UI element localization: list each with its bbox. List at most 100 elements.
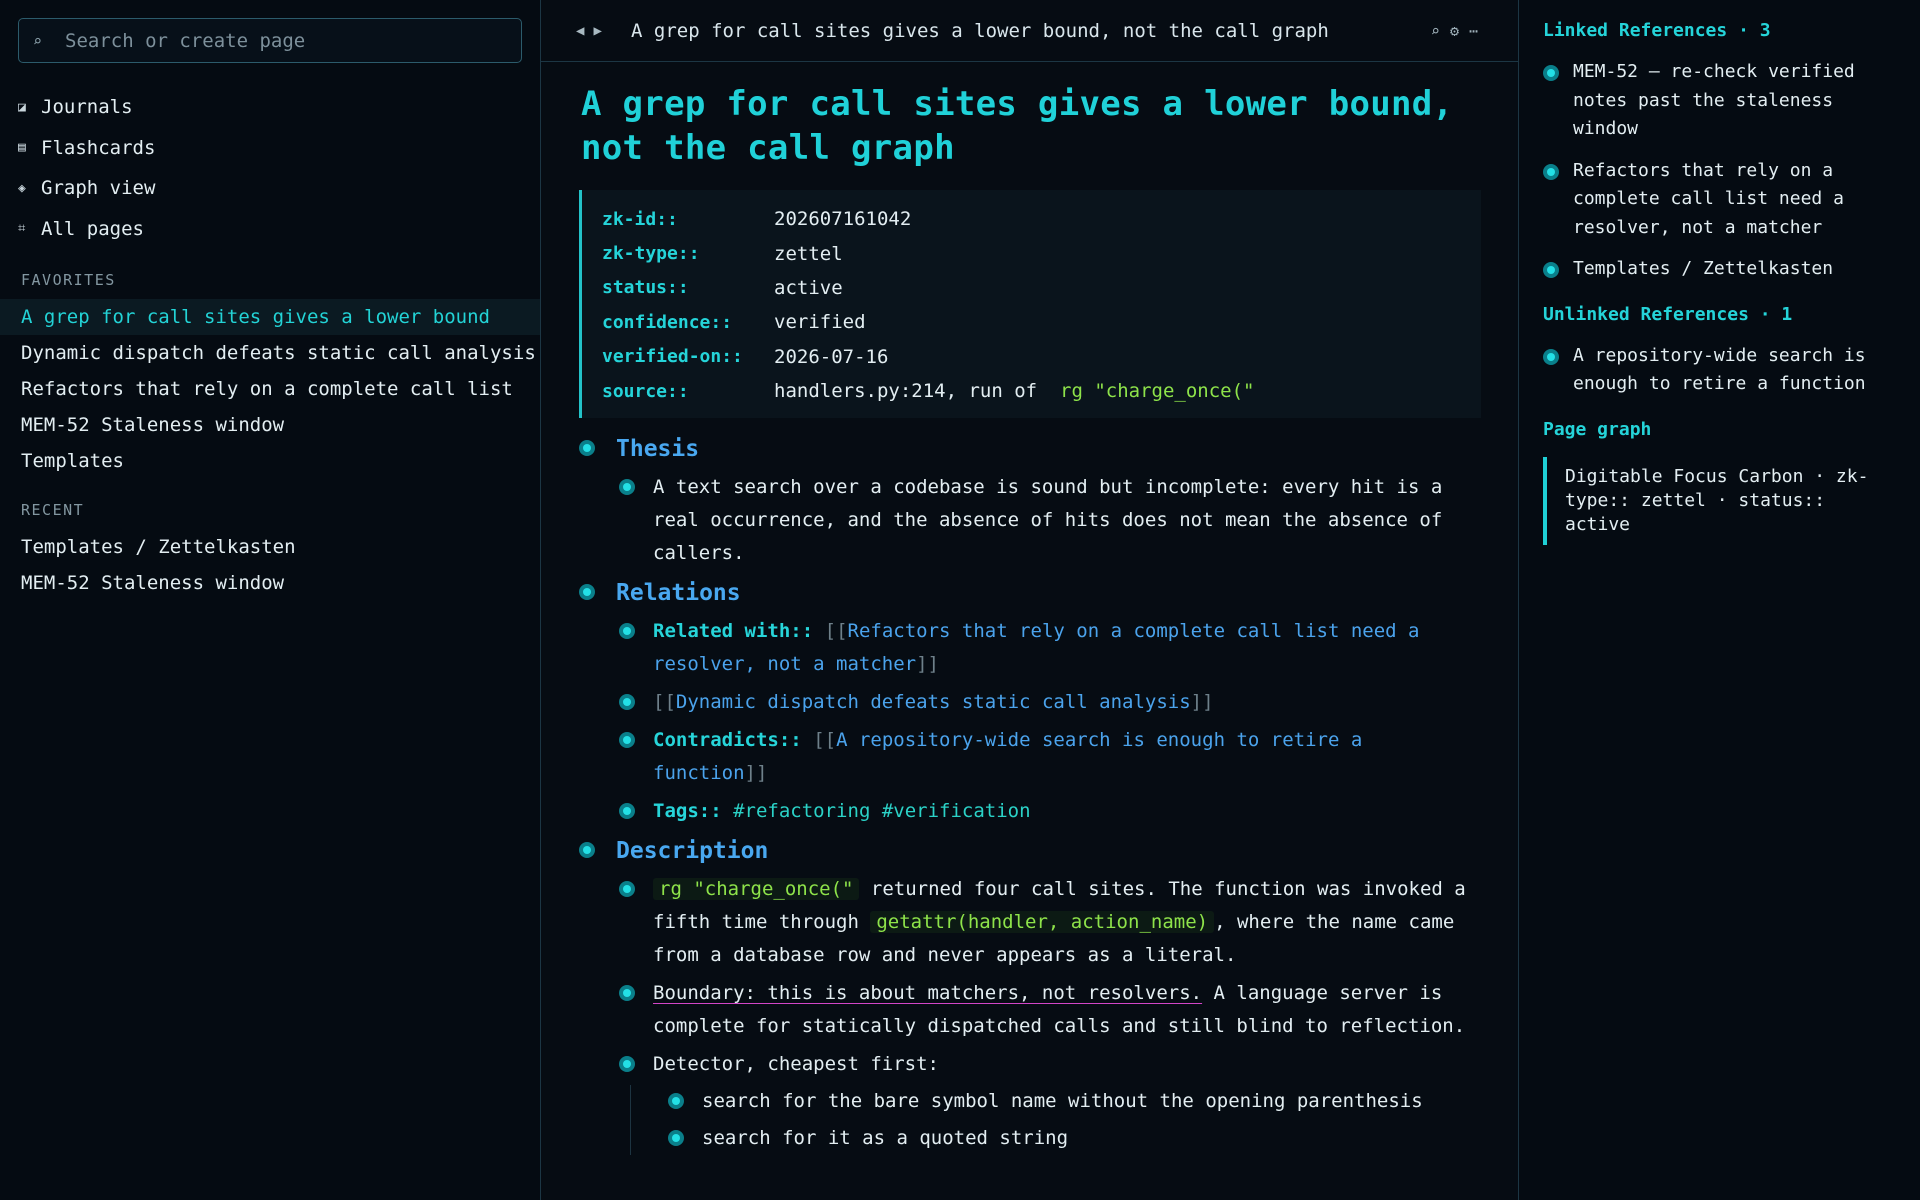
tag-links[interactable]: #refactoring #verification (733, 800, 1030, 822)
property-row: status:: active (602, 271, 1461, 305)
favorite-item[interactable]: A grep for call sites gives a lower boun… (0, 299, 540, 335)
favorite-item[interactable]: MEM-52 Staleness window (0, 407, 540, 443)
reference-item[interactable]: Templates / Zettelkasten (1543, 255, 1896, 284)
property-value: handlers.py:214, run of rg "charge_once(… (774, 380, 1255, 403)
block-item[interactable]: Tags:: #refactoring #verification (579, 795, 1480, 828)
block-text: search for the bare symbol name without … (702, 1090, 1423, 1113)
block-item[interactable]: search for it as a quoted string (668, 1122, 1480, 1155)
back-icon[interactable]: ◀ (576, 23, 593, 39)
forward-icon[interactable]: ▶ (593, 23, 610, 39)
bullet-icon[interactable] (1543, 348, 1559, 365)
block-thesis[interactable]: Thesis (579, 432, 1480, 466)
block-text: Boundary: this is about matchers, not re… (653, 982, 1466, 1038)
block-item[interactable]: rg "charge_once(" returned four call sit… (579, 873, 1480, 972)
property-row: confidence:: verified (602, 305, 1461, 339)
unlinked-references-heading[interactable]: Unlinked References · 1 (1543, 304, 1896, 328)
page-graph-heading[interactable]: Page graph (1543, 419, 1896, 443)
sidebar-item-journals[interactable]: ◪ Journals (0, 87, 540, 128)
bullet-icon[interactable] (1543, 163, 1559, 180)
bullet-icon[interactable] (579, 584, 595, 601)
property-key: Tags:: (653, 800, 722, 823)
bullet-icon[interactable] (619, 694, 635, 711)
bullet-icon[interactable] (619, 881, 635, 898)
search-input[interactable] (65, 29, 505, 52)
bullet-icon[interactable] (1543, 262, 1559, 278)
bullet-icon[interactable] (579, 440, 595, 457)
top-bar: ◀▶ A grep for call sites gives a lower b… (541, 0, 1518, 62)
bullet-icon[interactable] (619, 1056, 635, 1073)
block-item[interactable]: A text search over a codebase is sound b… (579, 471, 1480, 570)
block-text: search for it as a quoted string (702, 1127, 1069, 1150)
block-description[interactable]: Description (579, 834, 1480, 868)
bullet-icon[interactable] (668, 1093, 684, 1110)
bullet-icon[interactable] (579, 842, 595, 859)
block-item[interactable]: [[Dynamic dispatch defeats static call a… (579, 686, 1480, 719)
bullet-icon[interactable] (619, 479, 635, 496)
property-value: zettel (774, 242, 843, 265)
reference-item[interactable]: MEM-52 — re-check verified notes past th… (1543, 58, 1896, 144)
journal-icon: ◪ (18, 99, 26, 115)
reference-text: A repository-wide search is enough to re… (1573, 344, 1866, 395)
sidebar-item-graph-view[interactable]: ◈ Graph view (0, 168, 540, 209)
block-relations[interactable]: Relations (579, 576, 1480, 610)
search-icon: ⌕ (33, 31, 43, 50)
inline-code: getattr(handler, action_name) (870, 911, 1215, 934)
breadcrumb: A grep for call sites gives a lower boun… (631, 19, 1329, 42)
block-item[interactable]: Related with:: [[Refactors that rely on … (579, 615, 1480, 681)
flashcards-icon: ▤ (18, 140, 26, 156)
sidebar-item-label: All pages (41, 217, 144, 240)
bullet-icon[interactable] (668, 1130, 684, 1147)
block-item[interactable]: Boundary: this is about matchers, not re… (579, 977, 1480, 1043)
block-item[interactable]: Detector, cheapest first: (579, 1048, 1480, 1081)
bullet-icon[interactable] (1543, 65, 1559, 81)
favorite-item[interactable]: Templates (0, 443, 540, 479)
reference-text: Templates / Zettelkasten (1573, 258, 1834, 279)
block-heading: Relations (616, 580, 741, 607)
block-text: Tags:: #refactoring #verification (653, 795, 1469, 828)
highlighted-text: Boundary: this is about matchers, not re… (653, 982, 1203, 1005)
bullet-icon[interactable] (619, 623, 635, 640)
property-key: status:: (602, 277, 689, 299)
property-value: verified (774, 311, 866, 334)
linked-references-heading[interactable]: Linked References · 3 (1543, 20, 1896, 44)
right-sidebar: Linked References · 3 MEM-52 — re-check … (1518, 0, 1920, 1200)
search-icon[interactable]: ⌕ (1431, 22, 1450, 40)
bullet-icon[interactable] (619, 985, 635, 1002)
property-key: Related with:: (653, 620, 814, 643)
page-graph-summary: Digitable Focus Carbon · zk-type:: zette… (1543, 456, 1896, 545)
search-box[interactable]: ⌕ (18, 18, 522, 63)
block-item[interactable]: Contradicts:: [[A repository-wide search… (579, 724, 1480, 790)
property-row: source:: handlers.py:214, run of rg "cha… (602, 374, 1461, 408)
page-content: A grep for call sites gives a lower boun… (541, 62, 1518, 1156)
favorite-item[interactable]: Dynamic dispatch defeats static call ana… (0, 335, 540, 371)
more-icon[interactable]: ⋯ (1469, 22, 1488, 40)
history-nav: ◀▶ (576, 23, 631, 39)
gear-icon[interactable]: ⚙ (1450, 22, 1469, 40)
property-key: Contradicts:: (653, 729, 802, 752)
property-row: verified-on:: 2026-07-16 (602, 340, 1461, 374)
property-row: zk-id:: 202607161042 (602, 202, 1461, 236)
block-item[interactable]: search for the bare symbol name without … (668, 1085, 1480, 1118)
page-title[interactable]: A grep for call sites gives a lower boun… (581, 82, 1480, 170)
reference-text: Refactors that rely on a complete call l… (1573, 159, 1844, 238)
reference-text: MEM-52 — re-check verified notes past th… (1573, 61, 1855, 139)
sidebar-item-all-pages[interactable]: ⌗ All pages (0, 209, 540, 250)
properties-block[interactable]: zk-id:: 202607161042 zk-type:: zettel st… (579, 190, 1481, 419)
reference-item[interactable]: A repository-wide search is enough to re… (1543, 342, 1896, 399)
inline-code: rg "charge_once(" (653, 878, 860, 901)
favorite-item[interactable]: Refactors that rely on a complete call l… (0, 371, 540, 407)
bullet-icon[interactable] (619, 732, 635, 749)
recent-item[interactable]: MEM-52 Staleness window (0, 565, 540, 601)
recent-item[interactable]: Templates / Zettelkasten (0, 529, 540, 565)
reference-item[interactable]: Refactors that rely on a complete call l… (1543, 157, 1896, 243)
toolbar: ⌕⚙⋯ (1431, 22, 1488, 40)
bullet-icon[interactable] (619, 803, 635, 820)
inline-code: rg "charge_once(" (1060, 380, 1255, 403)
block-text: A text search over a codebase is sound b… (653, 476, 1443, 565)
block-text: rg "charge_once(" returned four call sit… (653, 878, 1466, 967)
page-link[interactable]: Dynamic dispatch defeats static call ana… (676, 691, 1191, 713)
block-text: [[Dynamic dispatch defeats static call a… (653, 691, 1214, 714)
sidebar-item-flashcards[interactable]: ▤ Flashcards (0, 128, 540, 169)
block-heading: Thesis (616, 436, 700, 463)
property-key: confidence:: (602, 311, 733, 333)
